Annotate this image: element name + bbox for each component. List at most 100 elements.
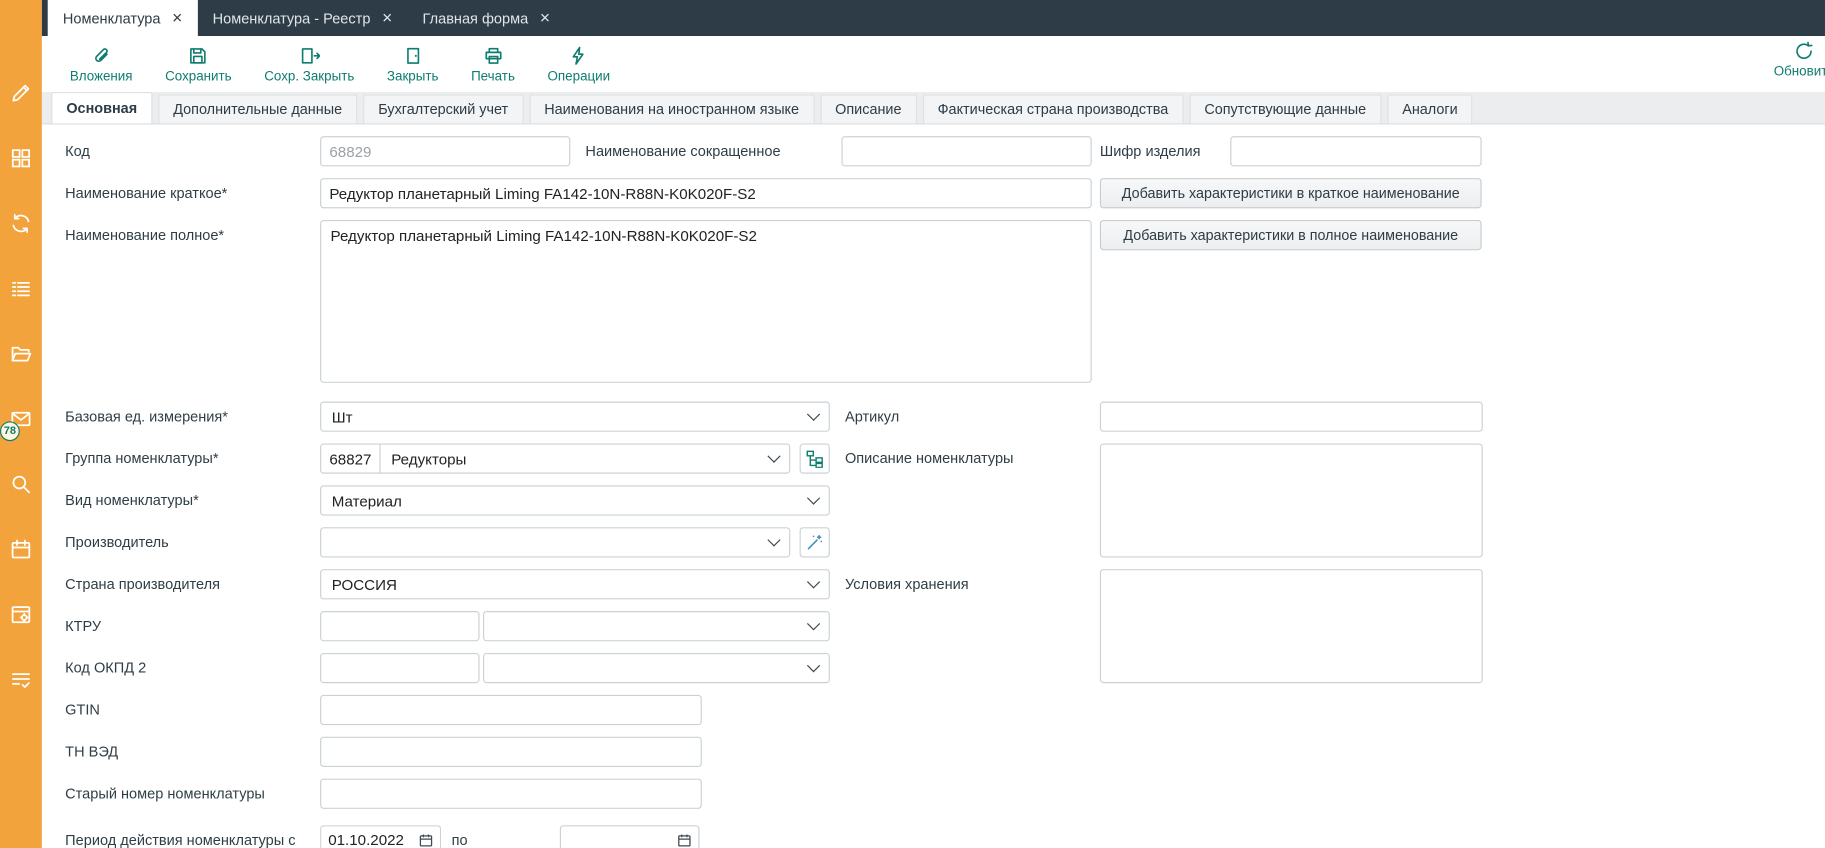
manufacturer-wizard-button[interactable] [800, 527, 830, 557]
sidebar-mail-button[interactable]: 78 [0, 386, 42, 451]
operations-label: Операции [548, 69, 611, 83]
save-label: Сохранить [165, 69, 232, 83]
refresh-icon [1794, 41, 1815, 62]
sidebar-search-button[interactable] [0, 452, 42, 517]
checklist-icon [9, 668, 32, 691]
sidebar-planner-button[interactable] [0, 582, 42, 647]
validity-from-input[interactable]: 01.10.2022 [320, 825, 441, 848]
printer-icon [483, 45, 504, 66]
tab-fakticheskaya-strana[interactable]: Фактическая страна производства [922, 94, 1183, 123]
form-body: Код Наименование сокращенное Шифр издели… [42, 125, 1825, 848]
ktru-code-input[interactable] [320, 611, 479, 641]
save-close-button[interactable]: Сохр. Закрыть [264, 45, 354, 83]
tnved-input[interactable] [320, 737, 702, 767]
magic-wand-icon [805, 533, 824, 552]
save-close-icon [299, 45, 320, 66]
tree-icon [805, 449, 824, 468]
attachments-label: Вложения [70, 69, 133, 83]
sidebar-modules-button[interactable] [0, 126, 42, 191]
calendar-small-icon [419, 833, 433, 847]
sync-icon [9, 212, 32, 235]
refresh-label: Обновить [1774, 65, 1825, 79]
tab-analogi[interactable]: Аналоги [1387, 94, 1473, 123]
sidebar-documents-button[interactable] [0, 321, 42, 386]
calendar-icon [9, 538, 32, 561]
okpd2-code-input[interactable] [320, 653, 479, 683]
field-label-kind: Вид номенклатуры* [65, 492, 199, 508]
description-textarea[interactable] [1100, 443, 1483, 557]
field-label-code: Код [65, 143, 90, 159]
close-button[interactable]: Закрыть [387, 45, 439, 83]
tab-close-icon[interactable]: × [172, 9, 182, 26]
main-area: Номенклатура × Номенклатура - Реестр × Г… [42, 0, 1825, 848]
group-tree-button[interactable] [800, 443, 830, 473]
field-label-validity: Период действия номенклатуры с [65, 832, 295, 848]
chevron-down-icon [807, 617, 820, 630]
window-tab-nomenklatura-reestr[interactable]: Номенклатура - Реестр × [197, 0, 407, 36]
tab-buhgalterskiy-uchet[interactable]: Бухгалтерский учет [363, 94, 523, 123]
operations-button[interactable]: Операции [548, 45, 611, 83]
field-label-okpd2: Код ОКПД 2 [65, 660, 146, 676]
name-full-textarea[interactable]: Редуктор планетарный Liming FA142-10N-R8… [320, 220, 1092, 383]
tab-soputstvuyushchie-dannye[interactable]: Сопутствующие данные [1189, 94, 1381, 123]
code-input[interactable] [320, 136, 570, 166]
add-characteristics-short-button[interactable]: Добавить характеристики в краткое наимен… [1100, 178, 1482, 208]
chevron-down-icon [767, 533, 780, 546]
window-tab-nomenklatura[interactable]: Номенклатура × [48, 0, 198, 36]
ktru-select[interactable] [483, 611, 830, 641]
chevron-down-icon [807, 659, 820, 672]
field-label-description: Описание номенклатуры [845, 450, 1014, 466]
field-label-ktru: КТРУ [65, 618, 101, 634]
form-tab-strip: Основная Дополнительные данные Бухгалтер… [42, 92, 1825, 125]
article-input[interactable] [1100, 402, 1483, 432]
cipher-input[interactable] [1230, 136, 1481, 166]
chevron-down-icon [767, 450, 780, 463]
manufacturer-select[interactable] [320, 527, 790, 557]
base-unit-value: Шт [332, 408, 809, 425]
add-characteristics-full-button[interactable]: Добавить характеристики в полное наимено… [1100, 220, 1482, 250]
window-tab-bar: Номенклатура × Номенклатура - Реестр × Г… [42, 0, 1825, 36]
save-button[interactable]: Сохранить [165, 45, 232, 83]
field-label-storage: Условия хранения [845, 576, 969, 592]
tab-inostrannye-naimenovaniya[interactable]: Наименования на иностранном языке [529, 94, 814, 123]
base-unit-select[interactable]: Шт [320, 402, 830, 432]
name-short-input[interactable] [320, 178, 1092, 208]
sidebar-sync-button[interactable] [0, 191, 42, 256]
country-value: РОССИЯ [332, 576, 809, 593]
tab-close-icon[interactable]: × [540, 9, 550, 26]
okpd2-select[interactable] [483, 653, 830, 683]
field-label-country: Страна производителя [65, 576, 220, 592]
short-name-input[interactable] [841, 136, 1091, 166]
country-select[interactable]: РОССИЯ [320, 569, 830, 599]
kind-value: Материал [332, 492, 809, 509]
sidebar-calendar-button[interactable] [0, 517, 42, 582]
mail-count-badge: 78 [0, 421, 20, 441]
group-select[interactable]: 68827 Редукторы [320, 443, 790, 473]
calendar-small-icon [677, 833, 691, 847]
chevron-down-icon [807, 575, 820, 588]
pencil-icon [9, 81, 32, 104]
validity-to-word: по [452, 832, 468, 848]
tab-dopolnitelnye-dannye[interactable]: Дополнительные данные [158, 94, 357, 123]
attachments-button[interactable]: Вложения [70, 45, 133, 83]
storage-textarea[interactable] [1100, 569, 1483, 683]
old-number-input[interactable] [320, 779, 702, 809]
sidebar-registry-button[interactable] [0, 256, 42, 321]
print-button[interactable]: Печать [471, 45, 515, 83]
kind-select[interactable]: Материал [320, 485, 830, 515]
window-tab-glavnaya-forma[interactable]: Главная форма × [407, 0, 565, 36]
app-sidebar: 78 [0, 0, 42, 848]
tab-osnovnaya[interactable]: Основная [51, 92, 152, 123]
validity-to-input[interactable] [560, 825, 700, 848]
field-label-tnved: ТН ВЭД [65, 744, 118, 760]
gtin-input[interactable] [320, 695, 702, 725]
tab-label: Главная форма [423, 10, 529, 26]
tab-close-icon[interactable]: × [382, 9, 392, 26]
tab-label: Номенклатура - Реестр [213, 10, 371, 26]
refresh-button[interactable]: Обновить [1760, 41, 1825, 79]
field-label-base-unit: Базовая ед. измерения* [65, 409, 228, 425]
sidebar-tasks-button[interactable] [0, 647, 42, 712]
chevron-down-icon [807, 492, 820, 505]
tab-opisanie[interactable]: Описание [820, 94, 917, 123]
sidebar-edit-button[interactable] [0, 61, 42, 126]
